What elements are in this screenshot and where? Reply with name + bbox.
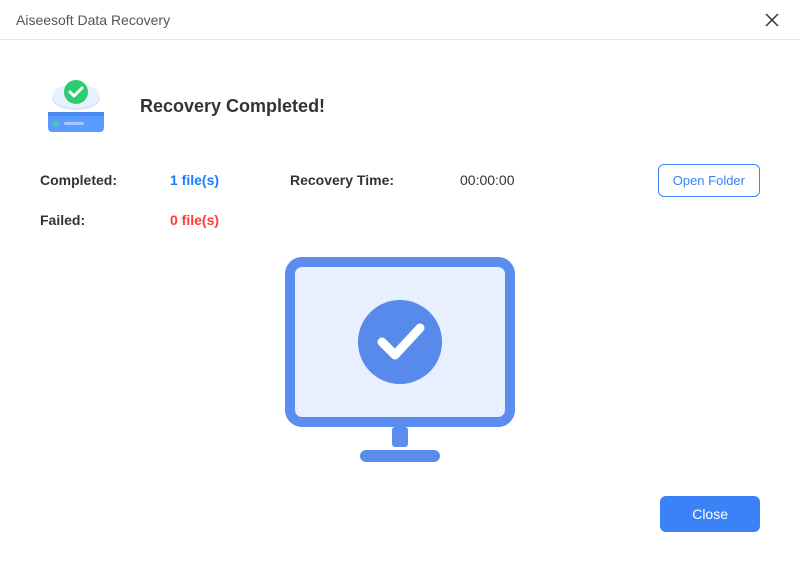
recovery-time-value: 00:00:00 <box>460 172 515 188</box>
content-area: Recovery Completed! Open Folder Complete… <box>0 40 800 492</box>
monitor-checkmark-icon <box>270 252 530 472</box>
failed-label: Failed: <box>40 212 170 228</box>
open-folder-button[interactable]: Open Folder <box>658 164 760 197</box>
footer: Close <box>0 496 800 532</box>
completed-row: Completed: 1 file(s) Recovery Time: 00:0… <box>40 172 760 188</box>
recovery-time-label: Recovery Time: <box>290 172 460 188</box>
failed-row: Failed: 0 file(s) <box>40 212 760 228</box>
close-button[interactable]: Close <box>660 496 760 532</box>
titlebar: Aiseesoft Data Recovery <box>0 0 800 40</box>
page-title: Recovery Completed! <box>140 96 325 117</box>
completed-value: 1 file(s) <box>170 172 290 188</box>
monitor-illustration <box>40 252 760 472</box>
stats-area: Open Folder Completed: 1 file(s) Recover… <box>40 172 760 228</box>
close-icon[interactable] <box>760 8 784 32</box>
window-title: Aiseesoft Data Recovery <box>16 12 170 28</box>
failed-value: 0 file(s) <box>170 212 290 228</box>
completed-label: Completed: <box>40 172 170 188</box>
header-row: Recovery Completed! <box>40 70 760 142</box>
drive-success-icon <box>40 70 112 142</box>
